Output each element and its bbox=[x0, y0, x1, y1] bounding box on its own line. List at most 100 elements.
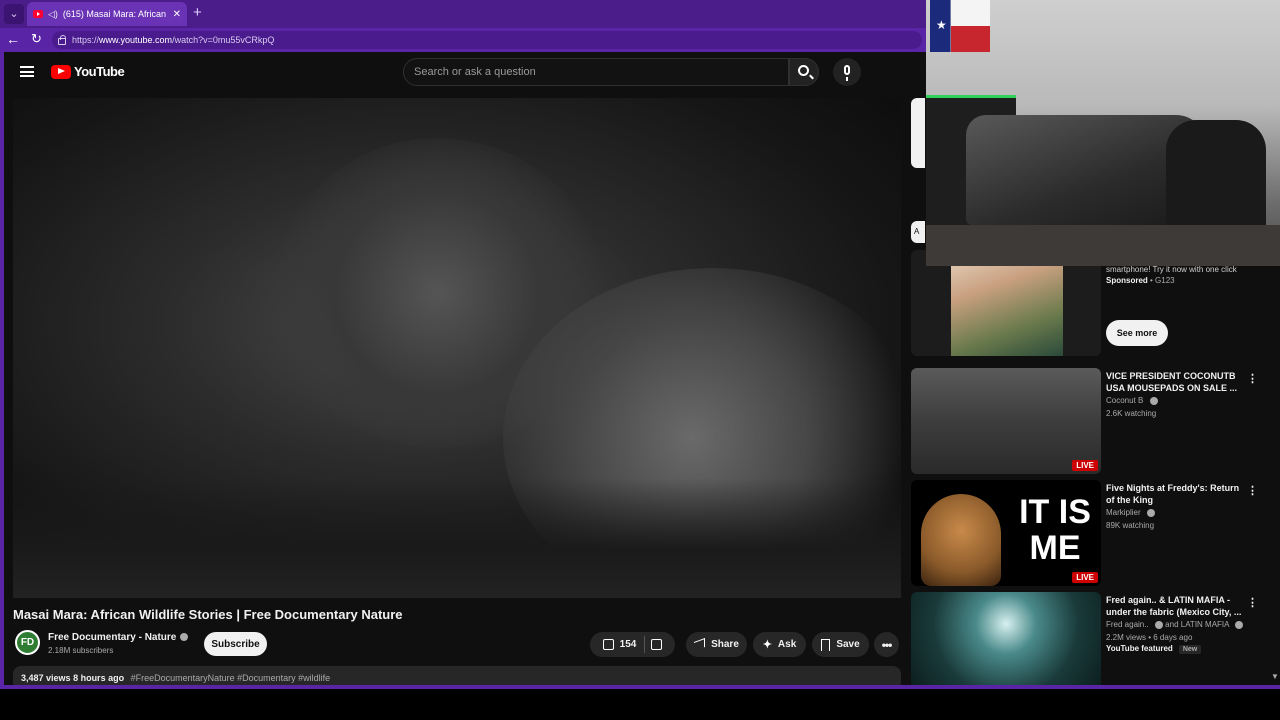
recommendation-channel-row: Fred again.. and LATIN MAFIA bbox=[1106, 618, 1246, 631]
browser-tab-active[interactable]: ◁) (615) Masai Mara: African Wil ✕ bbox=[27, 2, 187, 26]
youtube-logo-text: YouTube bbox=[74, 64, 125, 79]
recommendation-item[interactable]: LIVE VICE PRESIDENT COCONUTB USA MOUSEPA… bbox=[911, 368, 1271, 476]
youtube-logo[interactable]: YouTube bbox=[51, 64, 125, 79]
recommendation-channel-row: Coconut B bbox=[1106, 394, 1246, 407]
search-button[interactable] bbox=[789, 58, 819, 86]
filter-chip[interactable]: A bbox=[911, 221, 925, 243]
like-dislike-group: 154 bbox=[590, 632, 675, 657]
carpet-floor bbox=[926, 225, 1280, 266]
featured-line: YouTube featured New bbox=[1106, 644, 1246, 654]
video-thumbnail[interactable]: LIVE bbox=[911, 368, 1101, 474]
url-text: https://www.youtube.com/watch?v=0mu55vCR… bbox=[72, 35, 274, 45]
verified-check-icon bbox=[180, 633, 189, 642]
ask-label: Ask bbox=[777, 639, 797, 650]
ad-panel-edge bbox=[911, 98, 925, 168]
bookmark-icon bbox=[821, 638, 831, 651]
more-horizontal-icon: ••• bbox=[881, 637, 893, 652]
sparkle-icon: ✦ bbox=[762, 639, 772, 651]
recommendation-item[interactable]: IT IS ME LIVE Five Nights at Freddy's: R… bbox=[911, 480, 1271, 588]
video-player[interactable] bbox=[13, 98, 901, 598]
recommendation-meta: 89K watching bbox=[1106, 521, 1155, 530]
search-icon bbox=[798, 65, 809, 76]
tab-close-icon[interactable]: ✕ bbox=[173, 9, 181, 20]
star-icon: ★ bbox=[936, 18, 947, 32]
hamburger-menu-icon[interactable] bbox=[20, 66, 34, 77]
channel-name[interactable]: Free Documentary - Nature bbox=[48, 632, 176, 643]
save-label: Save bbox=[836, 639, 860, 650]
subscribe-button[interactable]: Subscribe bbox=[204, 632, 267, 656]
hashtags[interactable]: #FreeDocumentaryNature #Documentary #wil… bbox=[131, 673, 331, 683]
url-host: www.youtube.com bbox=[99, 35, 173, 45]
freddy-artwork bbox=[921, 494, 1001, 586]
search-input[interactable] bbox=[403, 58, 789, 86]
speaker-icon[interactable]: ◁) bbox=[48, 9, 58, 20]
new-badge: New bbox=[1178, 645, 1202, 654]
recommendation-channel[interactable]: Coconut B bbox=[1106, 396, 1143, 405]
webcam-overlay: ★ bbox=[926, 0, 1280, 266]
url-field[interactable]: https://www.youtube.com/watch?v=0mu55vCR… bbox=[52, 31, 922, 49]
video-thumbnail[interactable]: IT IS ME LIVE bbox=[911, 480, 1101, 586]
video-title: Masai Mara: African Wildlife Stories | F… bbox=[13, 607, 403, 622]
share-arrow-icon bbox=[694, 637, 706, 652]
more-vertical-icon[interactable]: ⋮ bbox=[1247, 372, 1258, 385]
description-box[interactable]: 3,487 views 8 hours ago #FreeDocumentary… bbox=[13, 666, 901, 685]
view-count: 3,487 views bbox=[21, 673, 71, 683]
verified-check-icon bbox=[1154, 620, 1163, 629]
url-path: /watch?v=0mu55vCRkpQ bbox=[172, 35, 275, 45]
verified-check-icon bbox=[1235, 620, 1244, 629]
share-button[interactable]: Share bbox=[686, 632, 747, 657]
recommendation-info: VICE PRESIDENT COCONUTB USA MOUSEPADS ON… bbox=[1106, 370, 1246, 420]
microphone-icon bbox=[844, 65, 850, 81]
ask-button[interactable]: ✦ Ask bbox=[753, 632, 806, 657]
scroll-down-arrow-icon[interactable]: ▼ bbox=[1271, 672, 1279, 681]
recommendation-title[interactable]: Five Nights at Freddy's: Return of the K… bbox=[1106, 482, 1246, 506]
thumb-down-icon[interactable] bbox=[651, 639, 663, 650]
more-actions-button[interactable]: ••• bbox=[874, 632, 899, 657]
subscriber-count: 2.18M subscribers bbox=[48, 646, 114, 655]
recommendation-item[interactable]: Fred again.. & LATIN MAFIA - under the f… bbox=[911, 592, 1271, 685]
video-frame-grass bbox=[13, 478, 901, 598]
thumb-up-icon bbox=[602, 639, 614, 650]
browser-address-bar: ← ↻ https://www.youtube.com/watch?v=0mu5… bbox=[0, 28, 926, 52]
live-badge: LIVE bbox=[1072, 572, 1098, 583]
verified-check-icon bbox=[1146, 508, 1155, 517]
sponsored-line: Sponsored • G123 bbox=[1106, 276, 1246, 285]
channel-name-row[interactable]: Free Documentary - Nature bbox=[48, 632, 189, 643]
more-vertical-icon[interactable]: ⋮ bbox=[1247, 484, 1258, 497]
share-label: Share bbox=[711, 639, 739, 650]
recommendation-info: Five Nights at Freddy's: Return of the K… bbox=[1106, 482, 1246, 532]
texas-flag: ★ bbox=[930, 0, 990, 52]
url-prefix: https:// bbox=[72, 35, 100, 45]
thumbnail-text: IT IS ME bbox=[1019, 493, 1091, 567]
browser-tab-bar: ⌄ ◁) (615) Masai Mara: African Wil ✕ + bbox=[0, 0, 926, 28]
like-button[interactable]: 154 bbox=[602, 636, 646, 653]
youtube-favicon-icon bbox=[33, 10, 43, 18]
recommendation-title[interactable]: VICE PRESIDENT COCONUTB USA MOUSEPADS ON… bbox=[1106, 370, 1246, 394]
recommendation-info: Fred again.. & LATIN MAFIA - under the f… bbox=[1106, 594, 1246, 654]
advertiser-name: • G123 bbox=[1150, 276, 1175, 285]
recommendation-channel-row: Markiplier bbox=[1106, 506, 1246, 519]
upload-age: 8 hours ago bbox=[73, 673, 125, 683]
masthead: YouTube bbox=[4, 52, 924, 92]
reload-icon[interactable]: ↻ bbox=[31, 31, 42, 47]
recommendation-meta: 2.2M views • 6 days ago bbox=[1106, 633, 1193, 642]
recommendation-channel-extra[interactable]: and LATIN MAFIA bbox=[1165, 620, 1229, 629]
lock-icon[interactable] bbox=[58, 34, 66, 45]
live-badge: LIVE bbox=[1072, 460, 1098, 471]
recommendation-title[interactable]: Fred again.. & LATIN MAFIA - under the f… bbox=[1106, 594, 1246, 618]
save-button[interactable]: Save bbox=[812, 632, 869, 657]
see-more-button[interactable]: See more bbox=[1106, 320, 1168, 346]
new-tab-button[interactable]: + bbox=[193, 5, 202, 21]
sponsored-label: Sponsored bbox=[1106, 276, 1148, 285]
video-thumbnail[interactable] bbox=[911, 592, 1101, 685]
voice-search-button[interactable] bbox=[833, 58, 861, 86]
sponsored-card[interactable]: Of course, you can play with your smartp… bbox=[911, 250, 1271, 358]
channel-avatar[interactable]: FD bbox=[15, 630, 40, 655]
tab-title: (615) Masai Mara: African Wil bbox=[62, 9, 168, 19]
more-vertical-icon[interactable]: ⋮ bbox=[1247, 596, 1258, 609]
back-arrow-icon[interactable]: ← bbox=[6, 31, 20, 47]
tab-list-chevron-icon[interactable]: ⌄ bbox=[4, 4, 24, 24]
recommendation-channel[interactable]: Markiplier bbox=[1106, 508, 1141, 517]
recommendation-channel[interactable]: Fred again.. bbox=[1106, 620, 1149, 629]
advertiser-name-text: G123 bbox=[1155, 276, 1175, 285]
